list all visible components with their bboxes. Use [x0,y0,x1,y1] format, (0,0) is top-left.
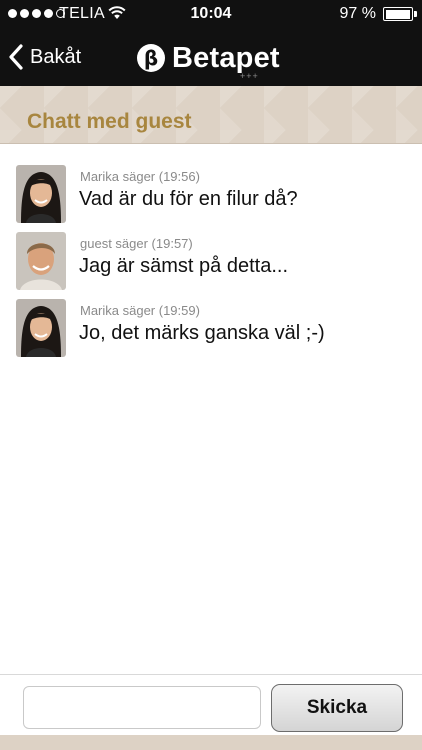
chat-message: Marika säger (19:56) Vad är du för en fi… [16,144,406,223]
status-bar: TELIA 10:04 97 % [0,0,422,28]
betapet-logo: β Betapet [136,41,280,75]
svg-text:β: β [144,46,158,70]
beta-logo-icon: β [137,44,165,72]
chat-message: guest säger (19:57) Jag är sämst på dett… [16,211,406,290]
chevron-left-icon [9,44,23,70]
top-bar: TELIA 10:04 97 % Bakåt β Betapet +++ [0,0,422,86]
message-text: Vad är du för en filur då? [79,188,298,210]
message-meta: guest säger (19:57) [80,236,193,251]
logo-subtext: +++ [240,71,259,81]
woman-avatar [16,299,66,357]
chat-header: Chatt med guest [0,86,422,144]
message-text: Jo, det märks ganska väl ;-) [79,322,325,344]
battery-percentage: 97 % [339,5,376,22]
bottom-strip [0,735,422,750]
logo-text: Betapet [172,41,280,74]
nav-bar: Bakåt β Betapet +++ [0,28,422,86]
send-button[interactable]: Skicka [271,684,403,732]
message-meta: Marika säger (19:59) [80,303,200,318]
chat-messages: Marika säger (19:56) Vad är du för en fi… [0,144,422,674]
message-text: Jag är sämst på detta... [79,255,288,277]
back-button[interactable]: Bakåt [8,40,81,74]
message-meta: Marika säger (19:56) [80,169,200,184]
message-input[interactable] [23,686,261,729]
battery-icon [383,7,413,21]
page-title: Chatt med guest [27,110,192,133]
chat-message: Marika säger (19:59) Jo, det märks gansk… [16,278,406,357]
back-label: Bakåt [30,45,82,68]
